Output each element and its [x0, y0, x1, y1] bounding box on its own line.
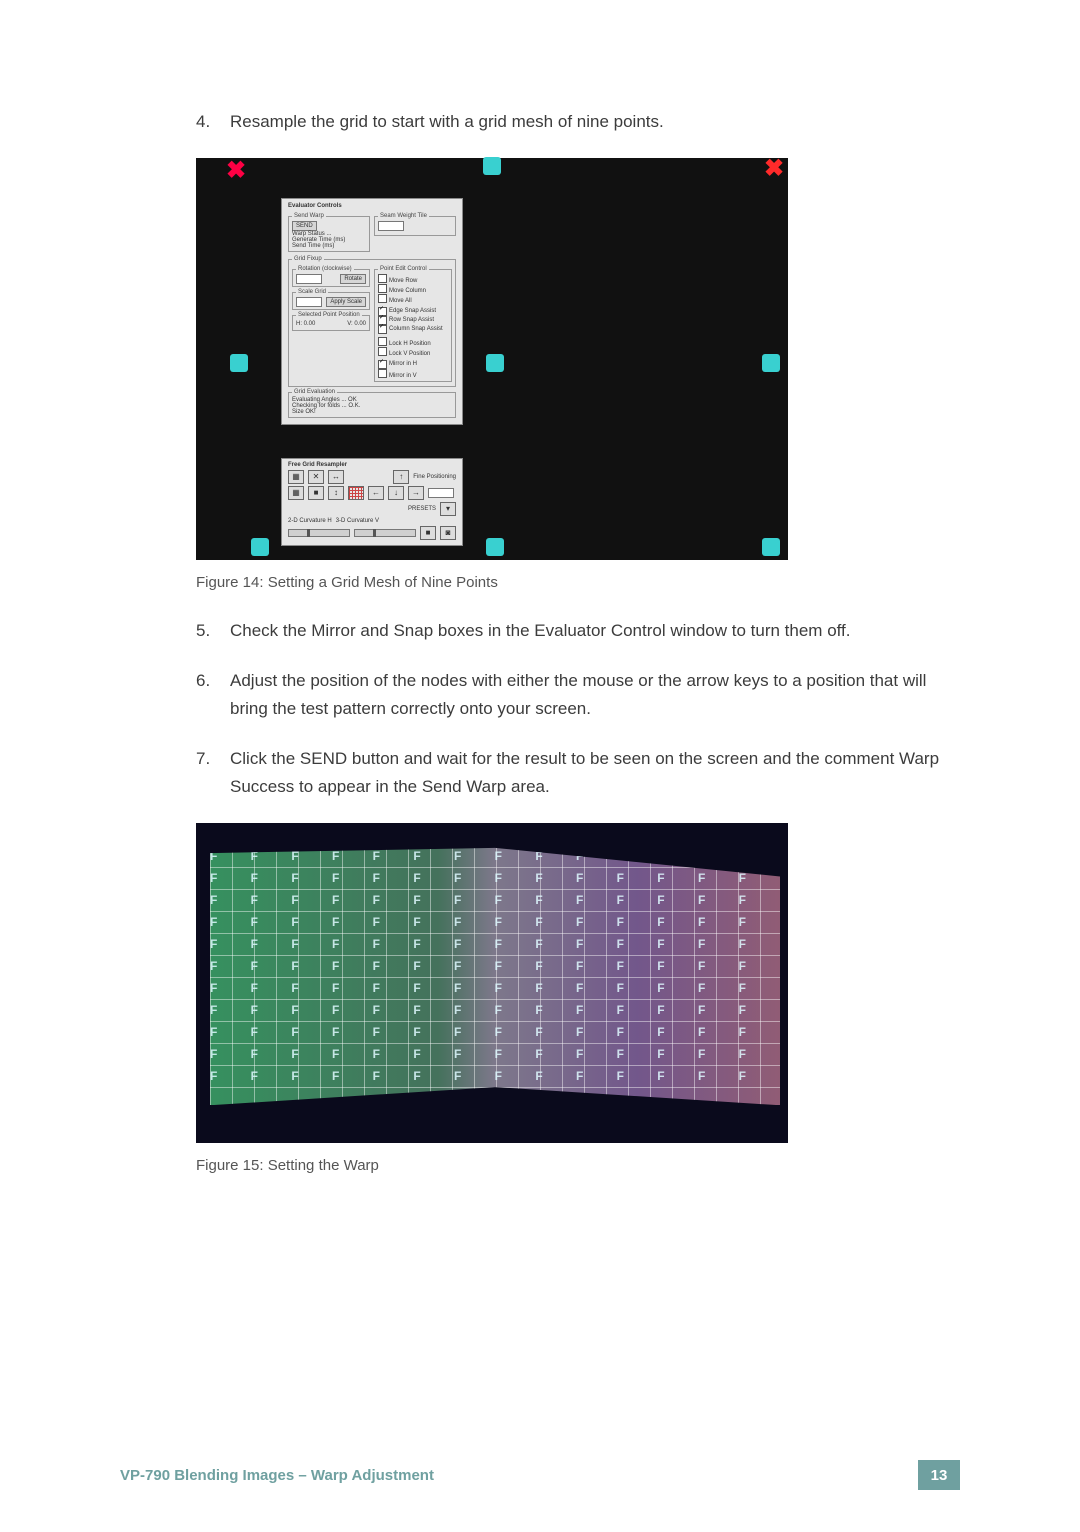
lock-h-checkbox[interactable]	[378, 337, 387, 346]
dialog-title: Evaluator Controls	[288, 203, 456, 209]
curvature-v-slider[interactable]	[354, 529, 416, 537]
figure-15-image: F F F F F F F F F F F F F F F F F F F F …	[196, 823, 788, 1143]
lock-v-label: Lock V Position	[389, 351, 430, 357]
layout-button-grid[interactable]: ▦	[288, 486, 304, 500]
layout-button-1[interactable]: ▦	[288, 470, 304, 484]
point-edit-group: Point Edit Control Move Row Move Column …	[374, 266, 452, 382]
grid-node	[486, 354, 504, 372]
send-time-label: Send Time (ms)	[292, 243, 366, 249]
grid-node	[486, 538, 504, 556]
col-snap-label: Column Snap Assist	[389, 326, 443, 332]
grid-evaluation-legend: Grid Evaluation	[292, 389, 337, 395]
grid-node	[762, 538, 780, 556]
page-footer: VP-790 Blending Images – Warp Adjustment…	[120, 1460, 960, 1490]
layout-button-x[interactable]: ✕	[308, 470, 324, 484]
selected-point-group: Selected Point Position H: 0.00 V: 0.00	[292, 312, 370, 331]
arrow-left-button[interactable]: ←	[368, 486, 384, 500]
stop-button[interactable]: ■	[420, 526, 436, 540]
grid-eval-line: Size OK!	[292, 409, 452, 415]
selected-point-v: V: 0.00	[347, 320, 366, 328]
grid-node	[230, 354, 248, 372]
mirror-v-checkbox[interactable]	[378, 369, 387, 378]
seam-weight-group: Seam Weight Tile	[374, 213, 456, 236]
footer-title: VP-790 Blending Images – Warp Adjustment	[120, 1467, 434, 1484]
figure-14-image: ✖ ✖ Evaluator Controls Send Warp SEND Wa…	[196, 158, 788, 560]
rotation-input[interactable]	[296, 274, 322, 284]
send-warp-group: Send Warp SEND Warp Status ... Generate …	[288, 213, 370, 252]
presets-label: PRESETS	[408, 506, 436, 512]
curvature-v-label: 3-D Curvature V	[336, 518, 379, 524]
apply-scale-button[interactable]: Apply Scale	[326, 297, 366, 307]
seam-weight-input[interactable]	[378, 221, 404, 231]
grid-evaluation-group: Grid Evaluation Evaluating Angles ... OK…	[288, 389, 456, 418]
resampler-dialog: Free Grid Resampler ▦ ✕ ↔ ↑ Fine Positio…	[281, 458, 463, 546]
curvature-h-label: 2-D Curvature H	[288, 518, 332, 524]
grid-node	[762, 354, 780, 372]
point-edit-legend: Point Edit Control	[378, 266, 429, 272]
arrow-right-button[interactable]: →	[408, 486, 424, 500]
step-text: Click the SEND button and wait for the r…	[230, 745, 960, 801]
grid-fixup-legend: Grid Fixup	[292, 256, 324, 262]
rotation-group: Rotation (clockwise) Rotate	[292, 266, 370, 287]
lock-v-checkbox[interactable]	[378, 347, 387, 356]
arrow-down-button[interactable]: ↓	[388, 486, 404, 500]
grid-node	[251, 538, 269, 556]
rotation-legend: Rotation (clockwise)	[296, 266, 354, 272]
step-number: 6.	[196, 667, 230, 723]
grid-node	[483, 157, 501, 175]
mirror-h-checkbox[interactable]	[378, 360, 387, 369]
grid-fixup-group: Grid Fixup Rotation (clockwise) Rotate S…	[288, 256, 456, 387]
seam-weight-legend: Seam Weight Tile	[378, 213, 429, 219]
rotate-button[interactable]: Rotate	[340, 274, 366, 284]
presets-toggle[interactable]: ▾	[440, 502, 456, 516]
col-snap-checkbox[interactable]	[378, 325, 387, 334]
fine-pos-label: Fine Positioning	[413, 474, 456, 480]
layout-button-h[interactable]: ↔	[328, 470, 344, 484]
step-text: Adjust the position of the nodes with ei…	[230, 667, 960, 723]
resampler-title: Free Grid Resampler	[288, 462, 456, 468]
fine-pos-input[interactable]	[428, 488, 454, 498]
edge-snap-label: Edge Snap Assist	[389, 308, 436, 314]
figure-14-caption: Figure 14: Setting a Grid Mesh of Nine P…	[196, 574, 960, 591]
evaluator-controls-dialog: Evaluator Controls Send Warp SEND Warp S…	[281, 198, 463, 425]
move-col-checkbox[interactable]	[378, 284, 387, 293]
move-all-checkbox[interactable]	[378, 294, 387, 303]
scale-input[interactable]	[296, 297, 322, 307]
move-all-label: Move All	[389, 298, 412, 304]
step-number: 4.	[196, 108, 230, 136]
selected-point-legend: Selected Point Position	[296, 312, 362, 318]
row-snap-label: Row Snap Assist	[389, 317, 434, 323]
layout-button-fill[interactable]: ■	[308, 486, 324, 500]
mirror-v-label: Mirror in V	[389, 373, 417, 379]
send-button[interactable]: SEND	[292, 221, 317, 231]
node-top-left-x-icon: ✖	[226, 156, 244, 174]
step-number: 7.	[196, 745, 230, 801]
step-text: Resample the grid to start with a grid m…	[230, 108, 664, 136]
figure-15-caption: Figure 15: Setting the Warp	[196, 1157, 960, 1174]
selected-point-h: H: 0.00	[296, 320, 315, 328]
step-number: 5.	[196, 617, 230, 645]
grid-icon	[348, 486, 364, 500]
step-text: Check the Mirror and Snap boxes in the E…	[230, 617, 851, 645]
arrow-up-button[interactable]: ↑	[393, 470, 409, 484]
curvature-h-slider[interactable]	[288, 529, 350, 537]
camera-button[interactable]: ◙	[440, 526, 456, 540]
move-row-checkbox[interactable]	[378, 274, 387, 283]
page-number-badge: 13	[918, 1460, 960, 1490]
send-warp-legend: Send Warp	[292, 213, 326, 219]
layout-button-v[interactable]: ↕	[328, 486, 344, 500]
scale-legend: Scale Grid	[296, 289, 328, 295]
node-top-right-x-icon: ✖	[764, 154, 782, 172]
projection-f-pattern: F F F F F F F F F F F F F F F F F F F F …	[210, 845, 780, 1105]
scale-group: Scale Grid Apply Scale	[292, 289, 370, 310]
mirror-h-label: Mirror in H	[389, 361, 417, 367]
